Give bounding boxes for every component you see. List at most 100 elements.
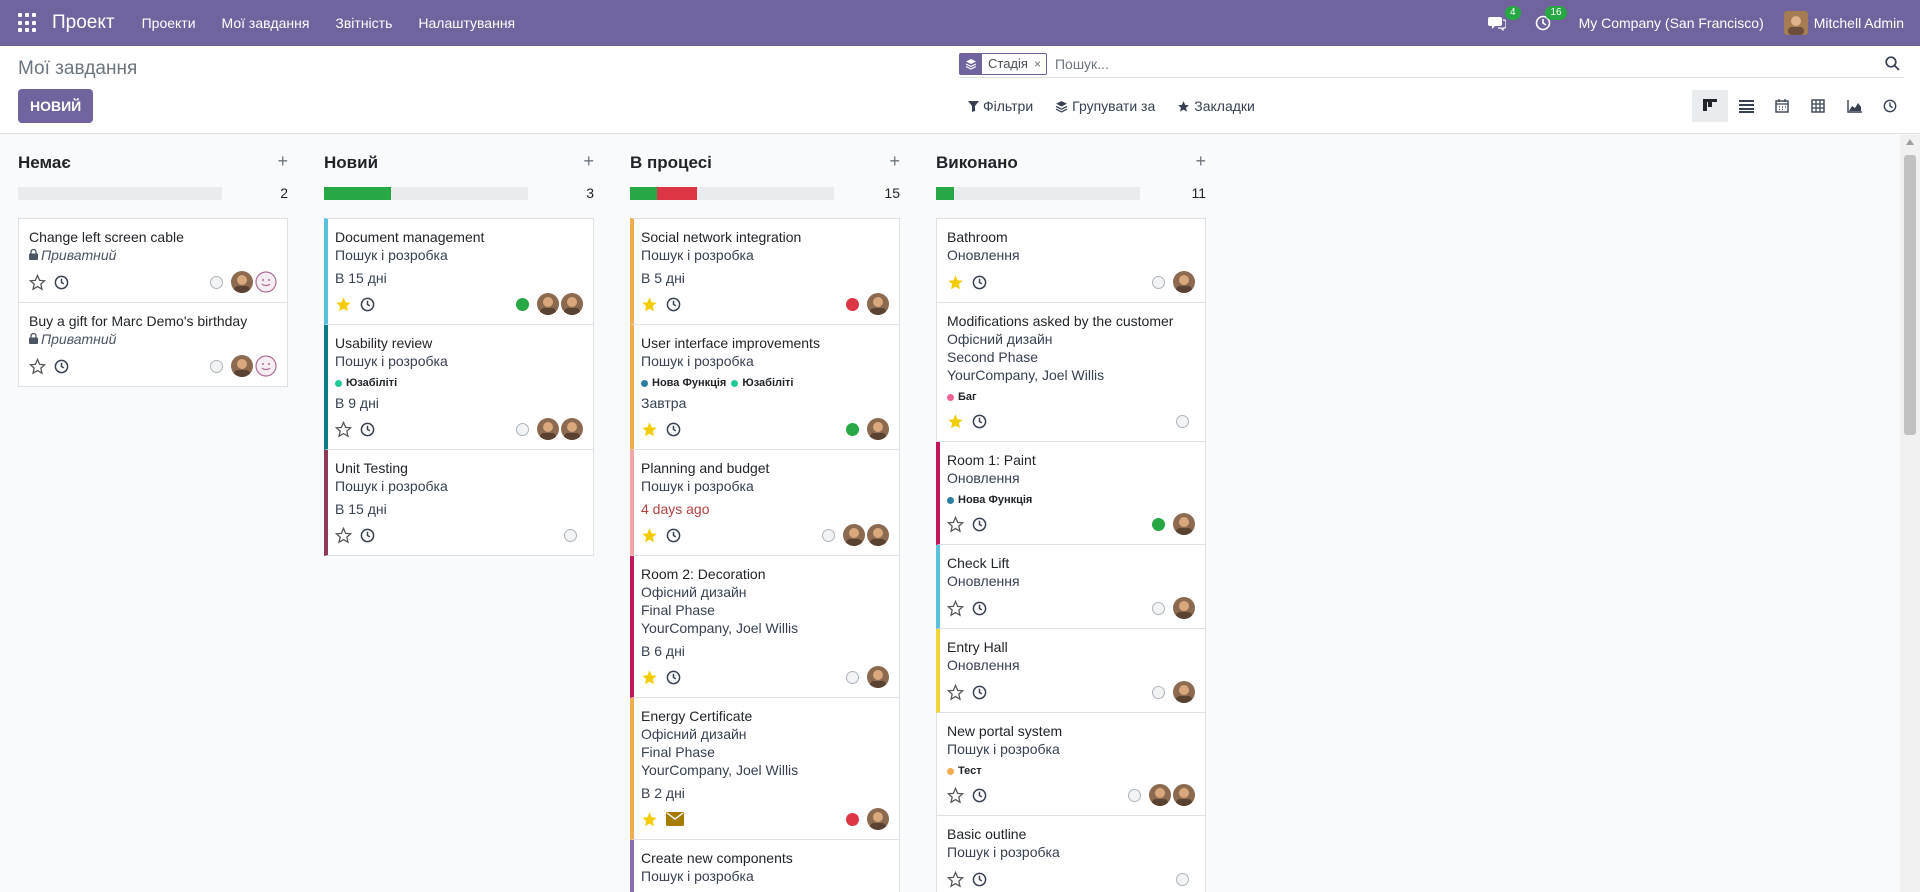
- favorites-button[interactable]: Закладки: [1177, 98, 1255, 114]
- activity-view-button[interactable]: [1872, 90, 1908, 122]
- menu-my-tasks[interactable]: Мої завдання: [222, 15, 310, 31]
- column-title[interactable]: Виконано: [936, 153, 1018, 173]
- kanban-state-dot[interactable]: [1152, 685, 1165, 699]
- star-icon[interactable]: [29, 357, 46, 375]
- clock-icon[interactable]: [54, 359, 69, 374]
- kanban-state-dot[interactable]: [1152, 517, 1165, 531]
- assignee-avatar[interactable]: [1173, 513, 1195, 535]
- menu-projects[interactable]: Проекти: [142, 15, 196, 31]
- assignee-avatar[interactable]: [231, 355, 253, 377]
- clock-icon[interactable]: [666, 528, 681, 543]
- task-card[interactable]: Basic outline Пошук і розробка: [936, 816, 1206, 892]
- clock-icon[interactable]: [972, 872, 987, 887]
- assignee-avatar[interactable]: [1173, 597, 1195, 619]
- add-task-icon[interactable]: +: [889, 151, 900, 172]
- app-brand[interactable]: Проект: [52, 12, 115, 34]
- task-card[interactable]: Energy Certificate Офісний дизайн Final Ph…: [630, 698, 900, 840]
- add-task-icon[interactable]: +: [277, 151, 288, 172]
- task-tag[interactable]: Юзабіліті: [335, 377, 397, 389]
- assignee-avatar[interactable]: [867, 293, 889, 315]
- assignee-avatar[interactable]: [1149, 784, 1171, 806]
- kanban-state-dot[interactable]: [1176, 414, 1189, 428]
- task-tag[interactable]: Юзабіліті: [731, 377, 793, 389]
- clock-icon[interactable]: [54, 275, 69, 290]
- task-card[interactable]: Buy a gift for Marc Demo's birthday Прива…: [18, 303, 288, 387]
- kanban-state-dot[interactable]: [1152, 275, 1165, 289]
- star-filled-icon[interactable]: [641, 811, 658, 828]
- clock-icon[interactable]: [360, 422, 375, 437]
- task-tag[interactable]: Баг: [947, 391, 977, 403]
- kanban-state-dot[interactable]: [846, 670, 859, 684]
- task-card[interactable]: Check Lift Оновлення: [936, 545, 1206, 629]
- clock-icon[interactable]: [972, 414, 987, 429]
- envelope-icon[interactable]: [666, 812, 684, 826]
- star-icon[interactable]: [29, 273, 46, 291]
- activities-button[interactable]: 16: [1533, 6, 1567, 33]
- clock-icon[interactable]: [972, 275, 987, 290]
- star-icon[interactable]: [947, 786, 964, 804]
- task-card[interactable]: Create new components Пошук і розробка: [630, 840, 900, 892]
- star-icon[interactable]: [947, 599, 964, 617]
- kanban-state-dot[interactable]: [846, 812, 859, 826]
- assignee-avatar[interactable]: [843, 524, 865, 546]
- progress-segment[interactable]: [656, 187, 698, 200]
- search-icon[interactable]: [1880, 52, 1904, 76]
- clock-icon[interactable]: [666, 422, 681, 437]
- filters-button[interactable]: Фільтри: [968, 98, 1033, 114]
- task-card[interactable]: Room 1: Paint Оновлення Нова Функція: [936, 442, 1206, 545]
- assignee-avatar[interactable]: [867, 418, 889, 440]
- progress-segment[interactable]: [936, 187, 955, 200]
- menu-reporting[interactable]: Звітність: [335, 15, 392, 31]
- search-facet-stage[interactable]: Стадія ×: [959, 52, 1047, 75]
- apps-menu-icon[interactable]: [18, 13, 38, 33]
- user-menu[interactable]: Mitchell Admin: [1783, 11, 1904, 35]
- star-filled-icon[interactable]: [641, 527, 658, 544]
- task-card[interactable]: Planning and budget Пошук і розробка 4 day…: [630, 450, 900, 556]
- assignee-avatar[interactable]: [537, 293, 559, 315]
- task-card[interactable]: Document management Пошук і розробка В 15 …: [324, 218, 594, 325]
- star-icon[interactable]: [947, 683, 964, 701]
- task-card[interactable]: Entry Hall Оновлення: [936, 629, 1206, 713]
- clock-icon[interactable]: [360, 528, 375, 543]
- scrollbar-thumb[interactable]: [1904, 155, 1916, 435]
- clock-icon[interactable]: [972, 685, 987, 700]
- new-task-button[interactable]: НОВИЙ: [18, 89, 94, 123]
- add-task-icon[interactable]: +: [583, 151, 594, 172]
- column-title[interactable]: Немає: [18, 153, 71, 173]
- graph-view-button[interactable]: [1836, 90, 1872, 122]
- column-progress-bar[interactable]: [18, 187, 222, 200]
- column-progress-bar[interactable]: [324, 187, 528, 200]
- task-card[interactable]: Room 2: Decoration Офісний дизайн Final Ph…: [630, 556, 900, 698]
- assignee-avatar-placeholder-icon[interactable]: [255, 355, 277, 377]
- list-view-button[interactable]: [1728, 90, 1764, 122]
- star-icon[interactable]: [947, 515, 964, 533]
- star-filled-icon[interactable]: [947, 413, 964, 430]
- assignee-avatar[interactable]: [231, 271, 253, 293]
- task-tag[interactable]: Нова Функція: [947, 494, 1032, 506]
- star-filled-icon[interactable]: [335, 296, 352, 313]
- assignee-avatar[interactable]: [1173, 784, 1195, 806]
- assignee-avatar[interactable]: [867, 666, 889, 688]
- task-card[interactable]: New portal system Пошук і розробка Тест: [936, 713, 1206, 816]
- star-icon[interactable]: [947, 870, 964, 888]
- task-card[interactable]: Usability review Пошук і розробка Юзабіліт…: [324, 325, 594, 450]
- kanban-state-dot[interactable]: [210, 359, 223, 373]
- progress-segment[interactable]: [324, 187, 392, 200]
- search-input[interactable]: [1054, 55, 1880, 72]
- column-title[interactable]: Новий: [324, 153, 378, 173]
- menu-configuration[interactable]: Налаштування: [418, 15, 515, 31]
- company-switcher[interactable]: My Company (San Francisco): [1579, 15, 1764, 31]
- clock-icon[interactable]: [360, 297, 375, 312]
- assignee-avatar-placeholder-icon[interactable]: [255, 271, 277, 293]
- kanban-state-dot[interactable]: [1176, 872, 1189, 886]
- clock-icon[interactable]: [666, 297, 681, 312]
- kanban-state-dot[interactable]: [1152, 601, 1165, 615]
- assignee-avatar[interactable]: [1173, 271, 1195, 293]
- task-card[interactable]: Bathroom Оновлення: [936, 218, 1206, 303]
- add-task-icon[interactable]: +: [1195, 151, 1206, 172]
- kanban-state-dot[interactable]: [822, 528, 835, 542]
- clock-icon[interactable]: [972, 601, 987, 616]
- task-tag[interactable]: Нова Функція: [641, 377, 726, 389]
- clock-icon[interactable]: [972, 517, 987, 532]
- calendar-view-button[interactable]: [1764, 90, 1800, 122]
